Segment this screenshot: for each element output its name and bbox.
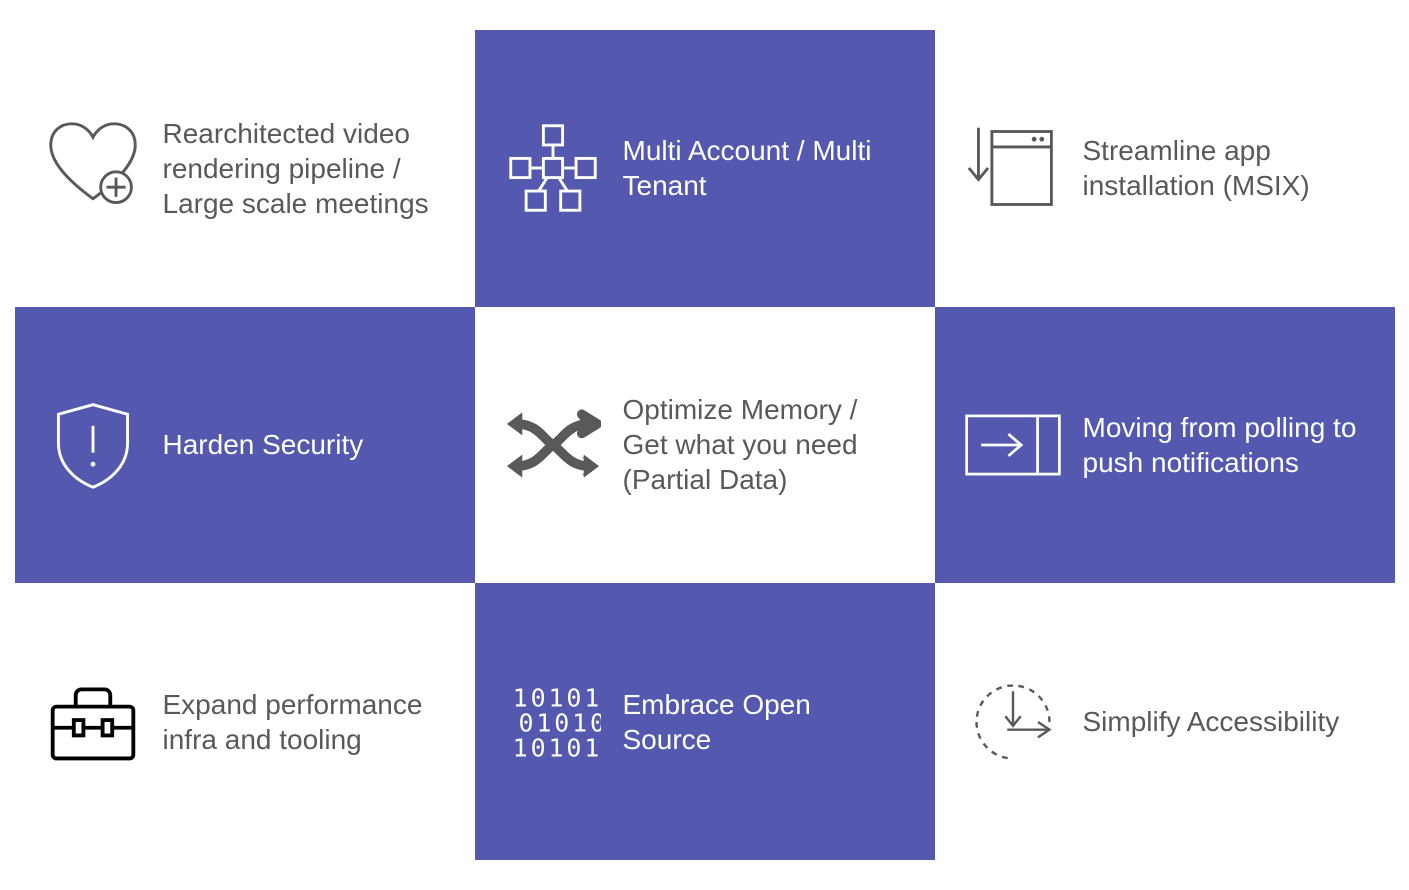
tile-optimize-memory: Optimize Memory / Get what you need (Par… xyxy=(475,307,935,584)
accessibility-arrows-icon xyxy=(963,672,1063,772)
tile-label: Harden Security xyxy=(163,427,364,462)
install-box-icon xyxy=(963,118,1063,218)
feature-grid: Rearchitected video rendering pipeline /… xyxy=(15,30,1395,860)
tile-video-pipeline: Rearchitected video rendering pipeline /… xyxy=(15,30,475,307)
tile-label: Rearchitected video rendering pipeline /… xyxy=(163,116,447,221)
tile-label: Expand performance infra and tooling xyxy=(163,687,447,757)
toolbox-icon xyxy=(43,672,143,772)
arrow-right-box-icon xyxy=(963,395,1063,495)
binary-icon: 101010 010101 101010 xyxy=(503,672,603,772)
tile-open-source: 101010 010101 101010 Embrace Open Source xyxy=(475,583,935,860)
tile-label: Embrace Open Source xyxy=(623,687,907,757)
heart-plus-icon xyxy=(43,118,143,218)
tile-label: Simplify Accessibility xyxy=(1083,704,1340,739)
tile-label: Multi Account / Multi Tenant xyxy=(623,133,907,203)
tile-push-notifications: Moving from polling to push notification… xyxy=(935,307,1395,584)
shield-alert-icon xyxy=(43,395,143,495)
tile-label: Streamline app installation (MSIX) xyxy=(1083,133,1367,203)
tile-harden-security: Harden Security xyxy=(15,307,475,584)
tile-multi-account: Multi Account / Multi Tenant xyxy=(475,30,935,307)
tile-perf-infra: Expand performance infra and tooling xyxy=(15,583,475,860)
hierarchy-icon xyxy=(503,118,603,218)
tile-label: Moving from polling to push notification… xyxy=(1083,410,1367,480)
tile-label: Optimize Memory / Get what you need (Par… xyxy=(623,392,907,497)
tile-msix-install: Streamline app installation (MSIX) xyxy=(935,30,1395,307)
shuffle-icon xyxy=(503,395,603,495)
svg-text:101010: 101010 xyxy=(512,733,600,762)
tile-accessibility: Simplify Accessibility xyxy=(935,583,1395,860)
